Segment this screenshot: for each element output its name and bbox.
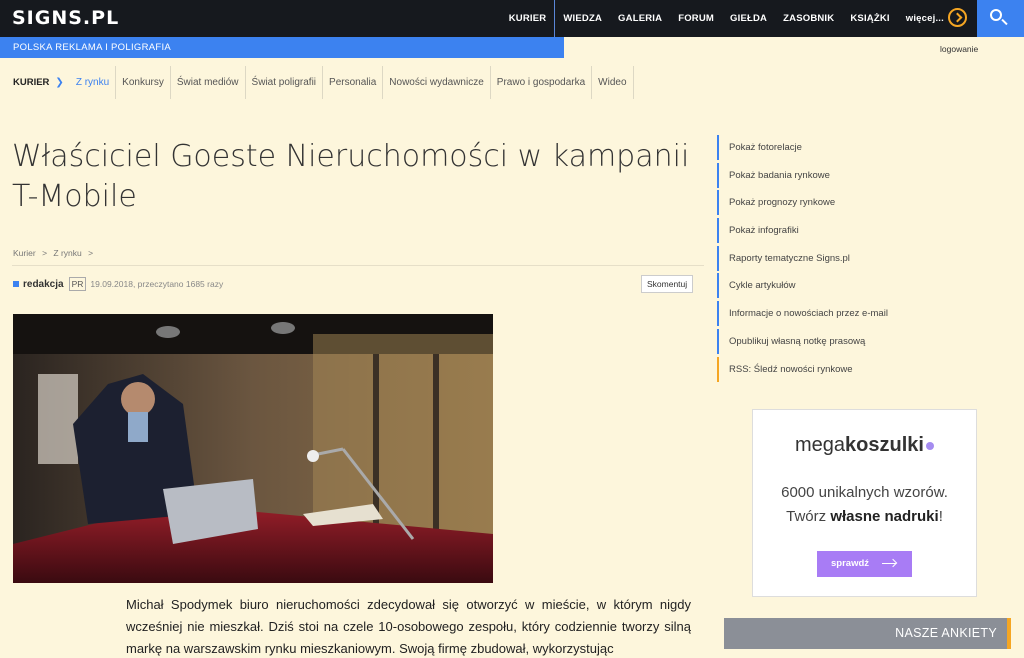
polls-header[interactable]: NASZE ANKIETY [724, 618, 1007, 649]
nav-wiecej[interactable]: więcej... [898, 0, 952, 37]
author-link[interactable]: redakcja [23, 279, 64, 290]
subnav-nowosci-wydawnicze[interactable]: Nowości wydawnicze [383, 66, 491, 99]
top-bar: SIGNS.PL KURIER WIEDZA GALERIA FORUM GIE… [0, 0, 1024, 37]
nav-zasobnik[interactable]: ZASOBNIK [775, 0, 842, 37]
sidebar-link-prognozy[interactable]: Pokaż prognozy rynkowe [717, 190, 1007, 216]
divider [12, 265, 704, 266]
main-nav: KURIER WIEDZA GALERIA FORUM GIEŁDA ZASOB… [501, 0, 952, 37]
sidebar-link-cykle[interactable]: Cykle artykułów [717, 273, 1007, 299]
ad-cta-button[interactable]: sprawdź [817, 551, 912, 577]
nav-galeria[interactable]: GALERIA [610, 0, 670, 37]
subnav-swiat-poligrafii[interactable]: Świat poligrafii [246, 66, 324, 99]
ad-banner[interactable]: megakoszulki 6000 unikalnych wzorów. Twó… [752, 409, 977, 597]
ad-brand-logo: megakoszulki [753, 434, 976, 457]
sidebar-link-badania[interactable]: Pokaż badania rynkowe [717, 162, 1007, 188]
nav-forum[interactable]: FORUM [670, 0, 722, 37]
sidebar-links: Pokaż fotorelacje Pokaż badania rynkowe … [717, 135, 1007, 384]
nav-kurier[interactable]: KURIER [501, 0, 556, 37]
subnav-swiat-mediow[interactable]: Świat mediów [171, 66, 246, 99]
chevron-right-icon: ❯ [55, 77, 64, 88]
sidebar-link-notka[interactable]: Opublikuj własną notkę prasową [717, 328, 1007, 354]
breadcrumb-z-rynku[interactable]: Z rynku [53, 248, 81, 258]
nav-ksiazki[interactable]: KSIĄŻKI [842, 0, 897, 37]
article-lead: Michał Spodymek biuro nieruchomości zdec… [126, 597, 691, 656]
subnav-prawo-i-gospodarka[interactable]: Prawo i gospodarka [491, 66, 593, 99]
polls-accent [1007, 618, 1011, 649]
section-nav: KURIER ❯ Z rynku Konkursy Świat mediów Ś… [0, 66, 634, 99]
publish-info: 19.09.2018, przeczytano 1685 razy [90, 279, 224, 289]
breadcrumb: Kurier > Z rynku > [13, 248, 94, 258]
arrow-right-icon [882, 563, 896, 564]
section-label[interactable]: KURIER [0, 77, 55, 88]
sidebar-link-infografiki[interactable]: Pokaż infografiki [717, 218, 1007, 244]
comment-button[interactable]: Skomentuj [641, 275, 694, 293]
article-title: Właściciel Goeste Nieruchomości w kampan… [12, 139, 690, 214]
site-tagline: POLSKA REKLAMA I POLIGRAFIA [0, 37, 564, 58]
breadcrumb-kurier[interactable]: Kurier [13, 248, 36, 258]
chevron-right-icon[interactable] [948, 8, 967, 27]
ad-line-2: Twórz własne nadruki! [786, 508, 943, 525]
author-square-icon [13, 281, 19, 287]
sidebar-link-raporty[interactable]: Raporty tematyczne Signs.pl [717, 245, 1007, 271]
site-logo[interactable]: SIGNS.PL [12, 7, 119, 29]
nav-gielda[interactable]: GIEŁDA [722, 0, 775, 37]
search-button[interactable] [977, 0, 1024, 37]
pr-badge: PR [68, 277, 87, 291]
subnav-konkursy[interactable]: Konkursy [116, 66, 171, 99]
search-icon [990, 9, 1002, 21]
subnav-wideo[interactable]: Wideo [592, 66, 634, 99]
ad-line-1: 6000 unikalnych wzorów. [781, 484, 948, 501]
sidebar-link-fotorelacje[interactable]: Pokaż fotorelacje [717, 135, 1007, 160]
article-meta: redakcja PR 19.09.2018, przeczytano 1685… [13, 277, 223, 291]
dot-icon [925, 441, 934, 450]
article-photo[interactable] [13, 314, 493, 583]
login-link[interactable]: logowanie [940, 44, 978, 54]
sidebar-link-email[interactable]: Informacje o nowościach przez e-mail [717, 301, 1007, 327]
nav-wiedza[interactable]: WIEDZA [555, 0, 610, 37]
sidebar-link-rss[interactable]: RSS: Śledź nowości rynkowe [717, 356, 1007, 382]
subnav-personalia[interactable]: Personalia [323, 66, 384, 99]
subnav-z-rynku[interactable]: Z rynku [70, 66, 117, 99]
